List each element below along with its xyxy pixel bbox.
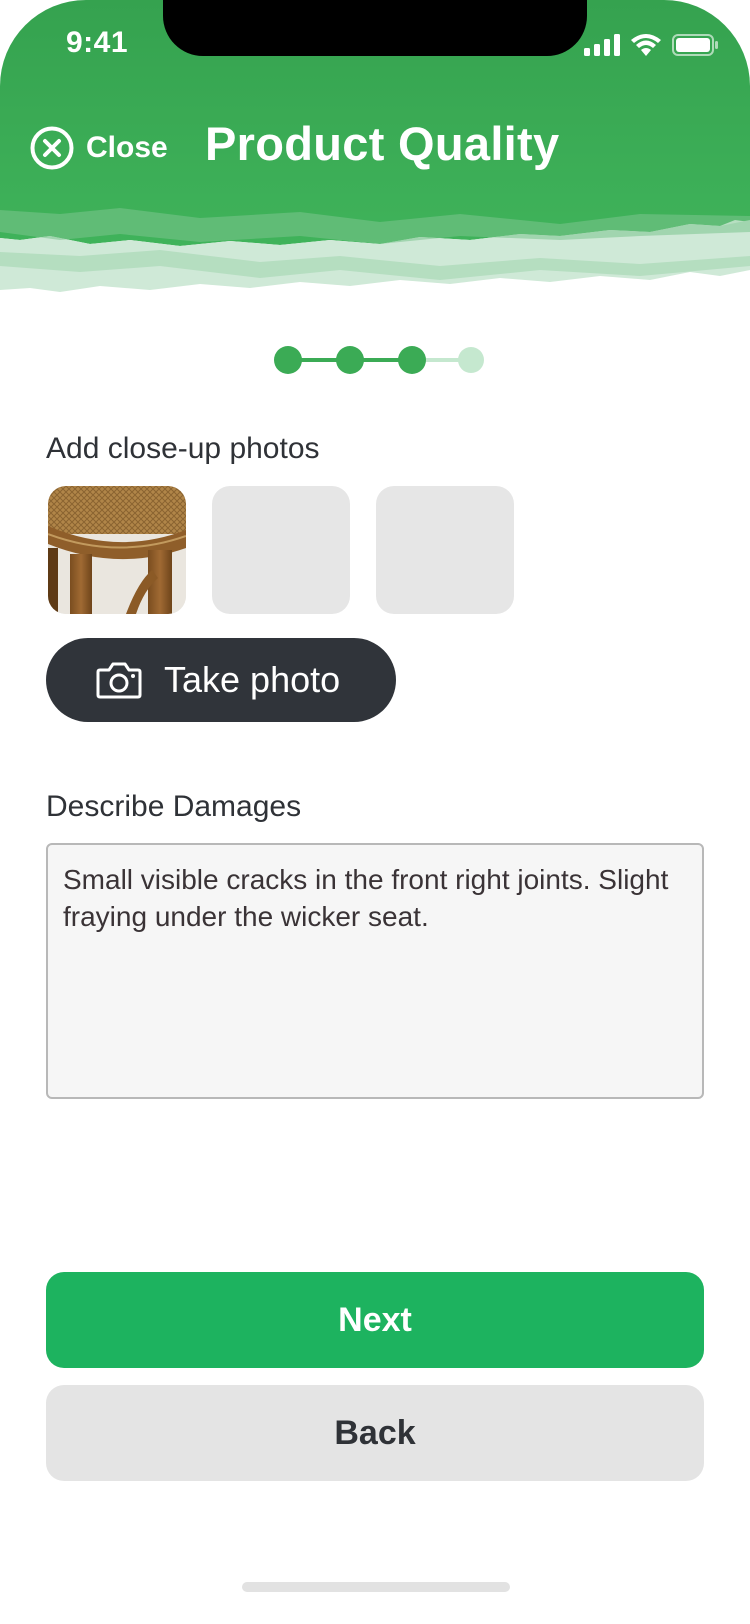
damages-textarea[interactable]: Small visible cracks in the front right …	[46, 843, 704, 1099]
status-icons	[584, 34, 718, 56]
photo-slot-empty[interactable]	[212, 486, 350, 614]
damages-label: Describe Damages	[46, 790, 302, 823]
photo-slot-empty[interactable]	[376, 486, 514, 614]
photos-label: Add close-up photos	[46, 432, 320, 465]
close-label: Close	[86, 131, 168, 164]
step-dot-3	[398, 346, 426, 374]
photo-slots	[48, 486, 514, 614]
progress-stepper	[274, 346, 484, 374]
back-button[interactable]: Back	[46, 1385, 704, 1481]
battery-icon	[672, 34, 718, 56]
next-button[interactable]: Next	[46, 1272, 704, 1368]
page-title: Product Quality	[205, 117, 560, 170]
close-circle-icon	[30, 126, 74, 170]
status-time: 9:41	[66, 26, 129, 59]
wifi-icon	[631, 34, 661, 56]
take-photo-label: Take photo	[164, 659, 341, 700]
camera-icon	[96, 662, 142, 699]
app-screen: 9:41 Close Product Quality Add close-up …	[0, 0, 750, 1624]
home-indicator[interactable]	[242, 1582, 510, 1592]
device-notch	[163, 0, 587, 56]
close-button[interactable]: Close	[30, 126, 168, 170]
chair-closeup-photo	[48, 486, 186, 614]
take-photo-button[interactable]: Take photo	[46, 638, 396, 722]
step-dot-2	[336, 346, 364, 374]
header: 9:41 Close Product Quality	[0, 0, 750, 300]
photo-thumbnail[interactable]	[48, 486, 186, 614]
step-dot-1	[274, 346, 302, 374]
step-dot-4	[458, 347, 484, 373]
signal-icon	[584, 34, 620, 56]
